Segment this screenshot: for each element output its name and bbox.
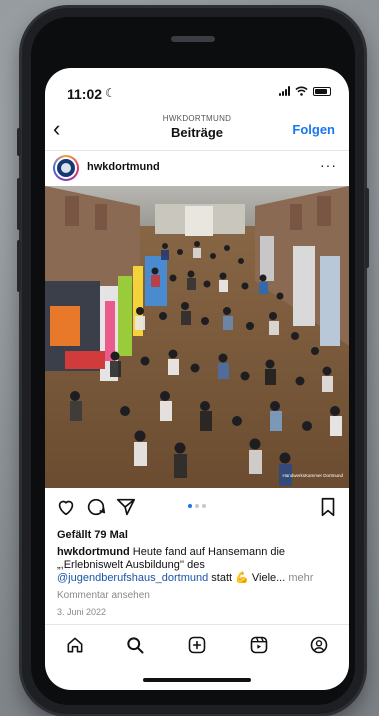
- post-header-bar: ‹ HWKDORTMUND Beiträge Folgen: [45, 112, 349, 146]
- volume-up-button: [17, 178, 21, 230]
- wifi-icon: [295, 86, 308, 96]
- caption-text-end: statt 💪 Viele...: [208, 572, 289, 584]
- mute-switch: [17, 128, 21, 156]
- status-bar: 11:02 ☾: [45, 68, 349, 118]
- search-icon[interactable]: [125, 635, 145, 655]
- caption-username[interactable]: hwkdortmund: [57, 546, 130, 558]
- carousel-dot: [188, 504, 192, 508]
- power-button: [365, 188, 369, 268]
- paper-plane-icon[interactable]: [115, 496, 137, 518]
- post-caption: hwkdortmund Heute fand auf Hansemann die…: [57, 546, 339, 585]
- bottom-tab-bar: [45, 624, 349, 664]
- caption-more-link[interactable]: mehr: [288, 572, 313, 584]
- carousel-dot: [195, 504, 199, 508]
- post-date: 3. Juni 2022: [57, 607, 107, 617]
- reels-icon[interactable]: [249, 635, 269, 655]
- post-author-row: hwkdortmund ···: [45, 150, 349, 184]
- status-time: 11:02: [67, 86, 103, 102]
- photo-watermark: HandwerksKammer Dortmund: [282, 473, 343, 478]
- heart-icon[interactable]: [55, 496, 77, 518]
- post-actions-row: [45, 496, 349, 522]
- carousel-indicator: [188, 504, 206, 508]
- speaker-grill: [171, 36, 215, 42]
- caption-mention[interactable]: @jugendberufshaus_dortmund: [57, 572, 208, 584]
- comment-icon[interactable]: [85, 496, 107, 518]
- follow-button[interactable]: Folgen: [292, 122, 335, 137]
- bookmark-icon[interactable]: [317, 496, 339, 518]
- like-count[interactable]: Gefällt 79 Mal: [57, 529, 128, 541]
- battery-icon: [313, 86, 331, 96]
- add-post-icon[interactable]: [187, 635, 207, 655]
- post-photo[interactable]: HandwerksKammer Dortmund: [45, 186, 349, 488]
- volume-down-button: [17, 240, 21, 292]
- home-indicator[interactable]: [143, 678, 251, 682]
- avatar[interactable]: [53, 155, 79, 181]
- signal-icon: [279, 86, 290, 96]
- profile-icon[interactable]: [309, 635, 329, 655]
- instagram-screen: 11:02 ☾ ‹ HWKDORTMUND Beiträge Folgen hw…: [45, 68, 349, 690]
- post-image: HandwerksKammer Dortmund: [45, 186, 349, 488]
- view-comments-link[interactable]: Kommentar ansehen: [57, 590, 150, 601]
- carousel-dot: [202, 504, 206, 508]
- post-username[interactable]: hwkdortmund: [87, 161, 160, 173]
- home-icon[interactable]: [65, 635, 85, 655]
- more-options-icon[interactable]: ···: [320, 157, 337, 173]
- moon-icon: ☾: [105, 86, 116, 100]
